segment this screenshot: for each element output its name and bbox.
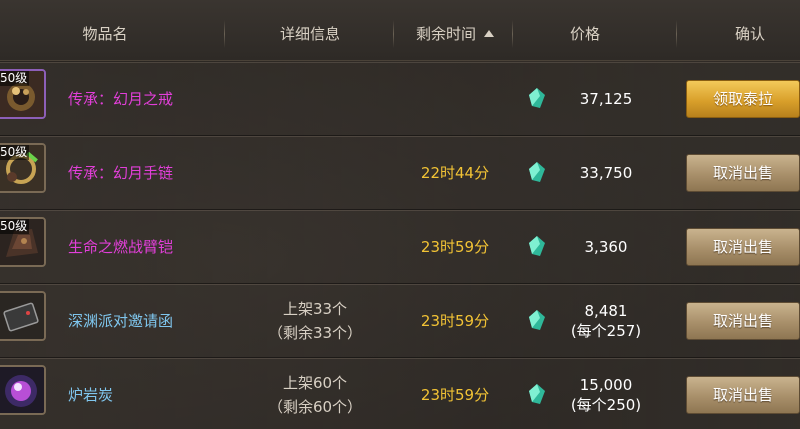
cancel-sale-button[interactable]: 取消出售 bbox=[686, 376, 800, 414]
tera-gem-icon bbox=[529, 162, 545, 182]
time-remaining: 22时44分 bbox=[420, 164, 490, 182]
tera-gem-icon bbox=[529, 236, 545, 256]
item-level: 50级 bbox=[0, 71, 30, 86]
header-item-name[interactable]: 物品名 bbox=[60, 22, 150, 46]
item-level: 50级 bbox=[0, 145, 30, 160]
item-name: 深渊派对邀请函 bbox=[68, 312, 174, 330]
item-name: 传承：幻月之戒 bbox=[68, 90, 174, 108]
coal-orb-item-icon[interactable] bbox=[0, 365, 46, 415]
remaining-quantity: （剩余33个） bbox=[267, 324, 363, 342]
time-remaining: 23时59分 bbox=[420, 312, 490, 330]
header-time-label: 剩余时间 bbox=[415, 25, 476, 43]
table-row[interactable]: 50级 传承：幻月手链 22时44分 33,750 取消出售 bbox=[0, 136, 800, 210]
table-row[interactable]: 50级 生命之燃战臂铠 23时59分 3,360 取消出售 bbox=[0, 210, 800, 284]
cancel-sale-button[interactable]: 取消出售 bbox=[686, 228, 800, 266]
listed-quantity: 上架60个 bbox=[282, 374, 348, 392]
header-detail-info: 详细信息 bbox=[279, 25, 340, 43]
header-divider bbox=[224, 20, 225, 48]
price-each: (每个257) bbox=[570, 322, 642, 340]
table-row[interactable]: 50级 传承：幻月之戒 37,125 领取泰拉 bbox=[0, 62, 800, 136]
listed-quantity: 上架33个 bbox=[282, 300, 348, 318]
claim-tera-button[interactable]: 领取泰拉 bbox=[686, 80, 800, 118]
price-total: 37,125 bbox=[579, 90, 633, 108]
header-divider bbox=[393, 20, 394, 48]
header-divider bbox=[676, 20, 677, 48]
table-row[interactable]: 深渊派对邀请函 上架33个 （剩余33个） 23时59分 8,481 (每个25… bbox=[0, 284, 800, 358]
invitation-item-icon[interactable] bbox=[0, 291, 46, 341]
ring-item-icon[interactable]: 50级 bbox=[0, 69, 46, 119]
header-divider bbox=[512, 20, 513, 48]
table-row[interactable]: 炉岩炭 上架60个 （剩余60个） 23时59分 15,000 (每个250) … bbox=[0, 358, 800, 429]
item-name: 传承：幻月手链 bbox=[68, 164, 174, 182]
price-total: 15,000 bbox=[579, 376, 633, 394]
table-header: 物品名 详细信息 剩余时间 价格 确认 bbox=[0, 0, 800, 61]
sort-ascending-icon[interactable] bbox=[484, 30, 494, 37]
time-remaining: 23时59分 bbox=[420, 386, 490, 404]
time-remaining: 23时59分 bbox=[420, 238, 490, 256]
price-total: 8,481 bbox=[584, 302, 628, 320]
bracelet-item-icon[interactable]: 50级 bbox=[0, 143, 46, 193]
item-name: 生命之燃战臂铠 bbox=[68, 238, 174, 256]
header-time-remaining[interactable]: 剩余时间 bbox=[405, 22, 505, 46]
tera-gem-icon bbox=[529, 384, 545, 404]
price-total: 3,360 bbox=[584, 238, 628, 256]
item-level: 50级 bbox=[0, 219, 30, 234]
header-price[interactable]: 价格 bbox=[545, 22, 625, 46]
price-total: 33,750 bbox=[579, 164, 633, 182]
armguard-item-icon[interactable]: 50级 bbox=[0, 217, 46, 267]
remaining-quantity: （剩余60个） bbox=[267, 398, 363, 416]
tera-gem-icon bbox=[529, 310, 545, 330]
price-each: (每个250) bbox=[570, 396, 642, 414]
tera-gem-icon bbox=[529, 88, 545, 108]
item-name: 炉岩炭 bbox=[68, 386, 114, 404]
cancel-sale-button[interactable]: 取消出售 bbox=[686, 302, 800, 340]
auction-sell-list: 物品名 详细信息 剩余时间 价格 确认 50级 传承：幻月之戒 37,125 领… bbox=[0, 0, 800, 429]
header-confirm: 确认 bbox=[734, 25, 765, 43]
cancel-sale-button[interactable]: 取消出售 bbox=[686, 154, 800, 192]
